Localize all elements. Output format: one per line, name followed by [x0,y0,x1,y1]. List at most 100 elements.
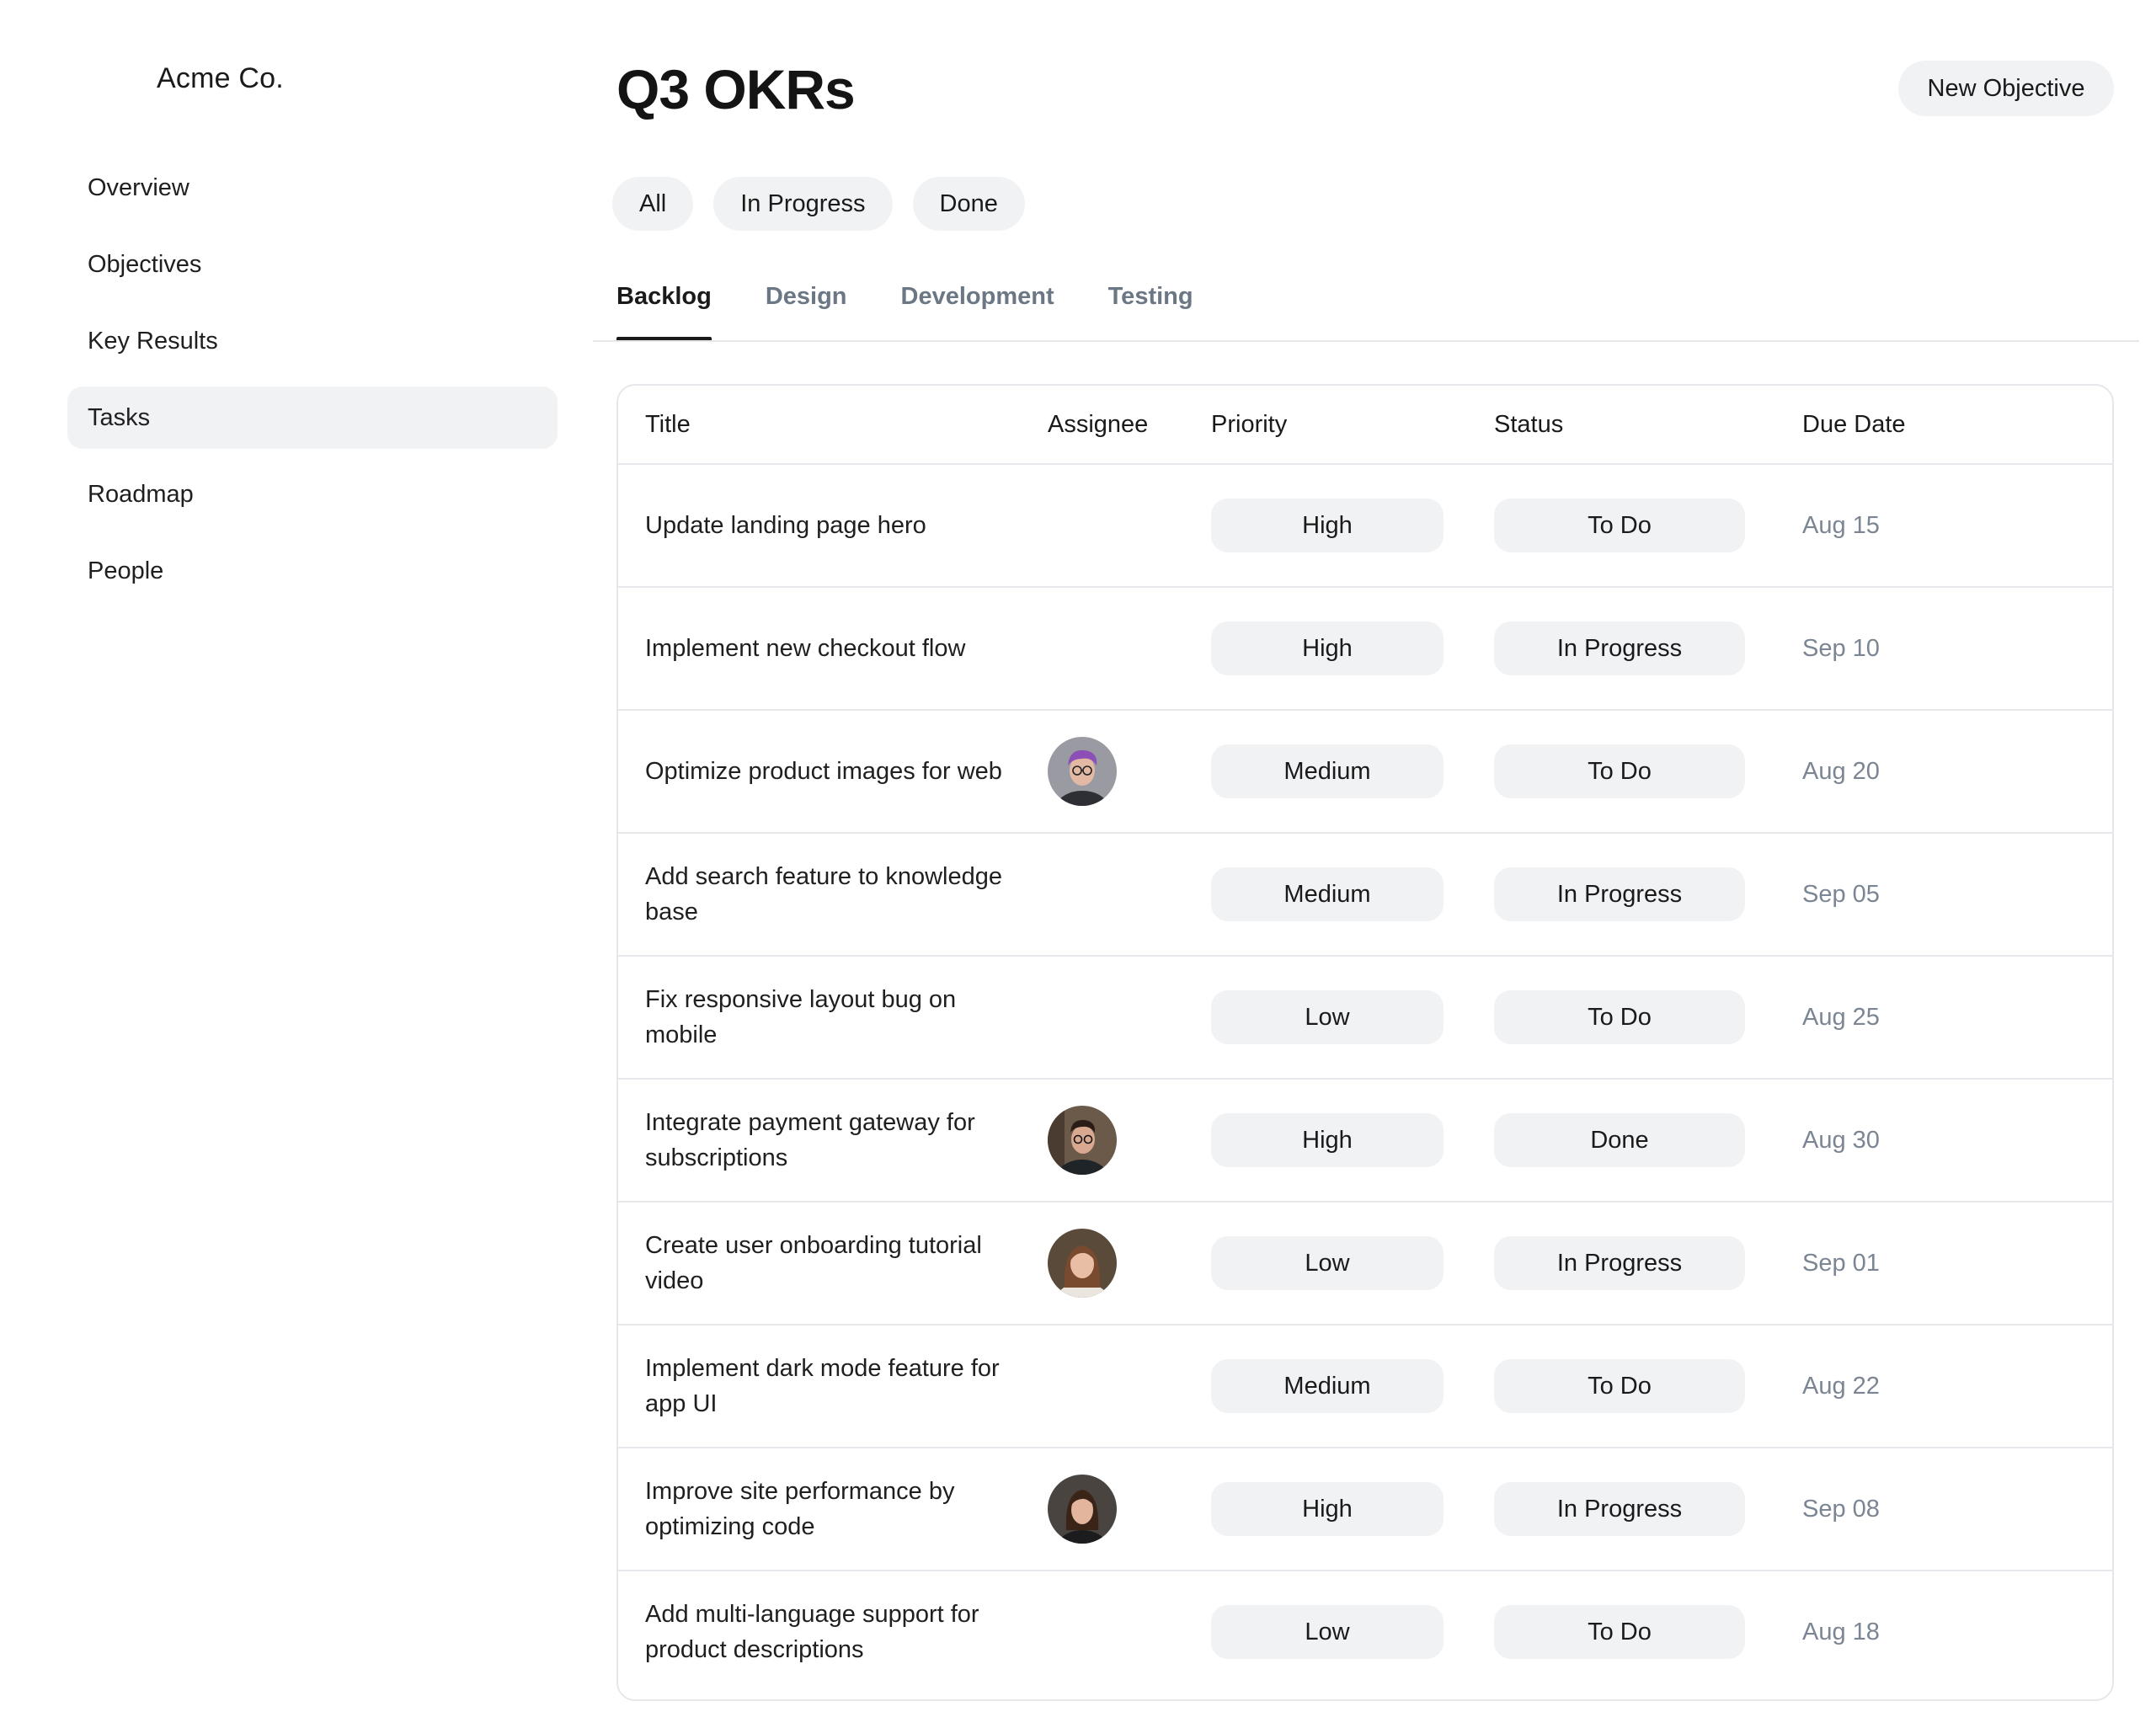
priority-badge[interactable]: Medium [1211,867,1444,921]
status-cell: Done [1494,1080,1747,1201]
table-row[interactable]: Implement new checkout flow High In Progre… [618,586,2112,709]
table-row[interactable]: Add multi-language support for product d… [618,1570,2112,1693]
tasks-table: Title Assignee Priority Status Due Date … [616,384,2114,1701]
tab-development[interactable]: Development [901,268,1054,339]
status-badge[interactable]: To Do [1494,499,1745,552]
avatar[interactable] [1048,1475,1117,1544]
priority-badge[interactable]: Medium [1211,744,1444,798]
status-badge[interactable]: To Do [1494,1359,1745,1413]
filter-chip-all[interactable]: All [612,177,694,231]
column-header-priority[interactable]: Priority [1211,386,1447,463]
due-date-cell: Aug 20 [1802,711,2055,832]
assignee-cell [1048,1325,1174,1447]
filter-chip-in-progress[interactable]: In Progress [713,177,893,231]
title-cell: Fix responsive layout bug on mobile [645,957,1016,1078]
tab-testing[interactable]: Testing [1108,268,1193,339]
avatar[interactable] [1048,737,1117,806]
priority-cell: High [1211,465,1447,586]
sidebar-item-people[interactable]: People [67,540,558,602]
priority-cell: Medium [1211,834,1447,955]
status-cell: To Do [1494,465,1747,586]
column-header-title[interactable]: Title [645,386,1016,463]
table-row[interactable]: Integrate payment gateway for subscripti… [618,1078,2112,1201]
status-badge[interactable]: Done [1494,1113,1745,1167]
due-date: Aug 22 [1802,1372,1880,1400]
task-title[interactable]: Update landing page hero [645,508,926,543]
avatar[interactable] [1048,1229,1117,1298]
title-cell: Integrate payment gateway for subscripti… [645,1080,1016,1201]
due-date: Aug 30 [1802,1126,1880,1154]
table-row[interactable]: Implement dark mode feature for app UI Me… [618,1324,2112,1447]
filter-chips: All In Progress Done [612,177,1025,231]
avatar[interactable] [1048,1106,1117,1175]
priority-cell: High [1211,588,1447,709]
due-date-cell: Sep 01 [1802,1203,2055,1324]
priority-badge[interactable]: High [1211,1113,1444,1167]
status-cell: In Progress [1494,1203,1747,1324]
status-badge[interactable]: To Do [1494,990,1745,1044]
task-title[interactable]: Implement new checkout flow [645,631,965,666]
task-title[interactable]: Add search feature to knowledge base [645,859,1016,930]
tab-backlog[interactable]: Backlog [616,268,712,342]
table-row[interactable]: Optimize product images for web Medium To… [618,709,2112,832]
priority-badge[interactable]: Medium [1211,1359,1444,1413]
table-row[interactable]: Add search feature to knowledge base Medi… [618,832,2112,955]
priority-badge[interactable]: Low [1211,990,1444,1044]
sidebar-item-key-results[interactable]: Key Results [67,310,558,372]
task-title[interactable]: Add multi-language support for product d… [645,1597,1016,1667]
due-date-cell: Sep 05 [1802,834,2055,955]
due-date: Aug 20 [1802,757,1880,785]
status-badge[interactable]: To Do [1494,1605,1745,1659]
sidebar-item-overview[interactable]: Overview [67,157,558,219]
table-row[interactable]: Update landing page hero High To Do Aug 15 [618,463,2112,586]
priority-cell: High [1211,1080,1447,1201]
title-cell: Add multi-language support for product d… [645,1571,1016,1693]
app-root: Acme Co. Overview Objectives Key Results… [0,0,2156,1728]
title-cell: Implement new checkout flow [645,588,1016,709]
due-date: Sep 01 [1802,1249,1880,1277]
due-date-cell: Aug 15 [1802,465,2055,586]
sidebar-item-roadmap[interactable]: Roadmap [67,463,558,525]
page-title: Q3 OKRs [616,58,856,120]
sidebar-item-objectives[interactable]: Objectives [67,233,558,296]
priority-badge[interactable]: High [1211,621,1444,675]
priority-badge[interactable]: Low [1211,1236,1444,1290]
priority-badge[interactable]: High [1211,1482,1444,1536]
priority-badge[interactable]: High [1211,499,1444,552]
table-row[interactable]: Create user onboarding tutorial video Lo… [618,1201,2112,1324]
priority-cell: High [1211,1448,1447,1570]
due-date-cell: Aug 25 [1802,957,2055,1078]
new-objective-button[interactable]: New Objective [1898,61,2114,116]
status-badge[interactable]: In Progress [1494,1482,1745,1536]
task-title[interactable]: Integrate payment gateway for subscripti… [645,1105,1016,1176]
column-header-due-date[interactable]: Due Date [1802,386,2055,463]
table-body: Update landing page hero High To Do Aug 15 I… [618,463,2112,1693]
status-badge[interactable]: In Progress [1494,867,1745,921]
tab-design[interactable]: Design [766,268,847,339]
priority-badge[interactable]: Low [1211,1605,1444,1659]
table-row[interactable]: Improve site performance by optimizing c… [618,1447,2112,1570]
sidebar-nav: Overview Objectives Key Results Tasks Ro… [67,157,558,616]
assignee-cell [1048,465,1174,586]
due-date-cell: Aug 22 [1802,1325,2055,1447]
task-title[interactable]: Optimize product images for web [645,754,1002,789]
table-row[interactable]: Fix responsive layout bug on mobile Low To… [618,955,2112,1078]
filter-chip-done[interactable]: Done [912,177,1025,231]
task-title[interactable]: Implement dark mode feature for app UI [645,1351,1016,1421]
assignee-cell [1048,588,1174,709]
task-title[interactable]: Fix responsive layout bug on mobile [645,982,1016,1053]
column-header-assignee[interactable]: Assignee [1048,386,1174,463]
status-badge[interactable]: In Progress [1494,621,1745,675]
status-badge[interactable]: To Do [1494,744,1745,798]
task-title[interactable]: Create user onboarding tutorial video [645,1228,1016,1299]
task-title[interactable]: Improve site performance by optimizing c… [645,1474,1016,1544]
tab-bar: Backlog Design Development Testing [616,268,1193,342]
status-badge[interactable]: In Progress [1494,1236,1745,1290]
column-header-status[interactable]: Status [1494,386,1747,463]
sidebar-item-tasks[interactable]: Tasks [67,387,558,449]
due-date: Aug 15 [1802,511,1880,539]
table-header-row: Title Assignee Priority Status Due Date [618,386,2112,463]
assignee-cell [1048,1203,1174,1324]
tabs-divider [593,340,2139,342]
status-cell: To Do [1494,957,1747,1078]
